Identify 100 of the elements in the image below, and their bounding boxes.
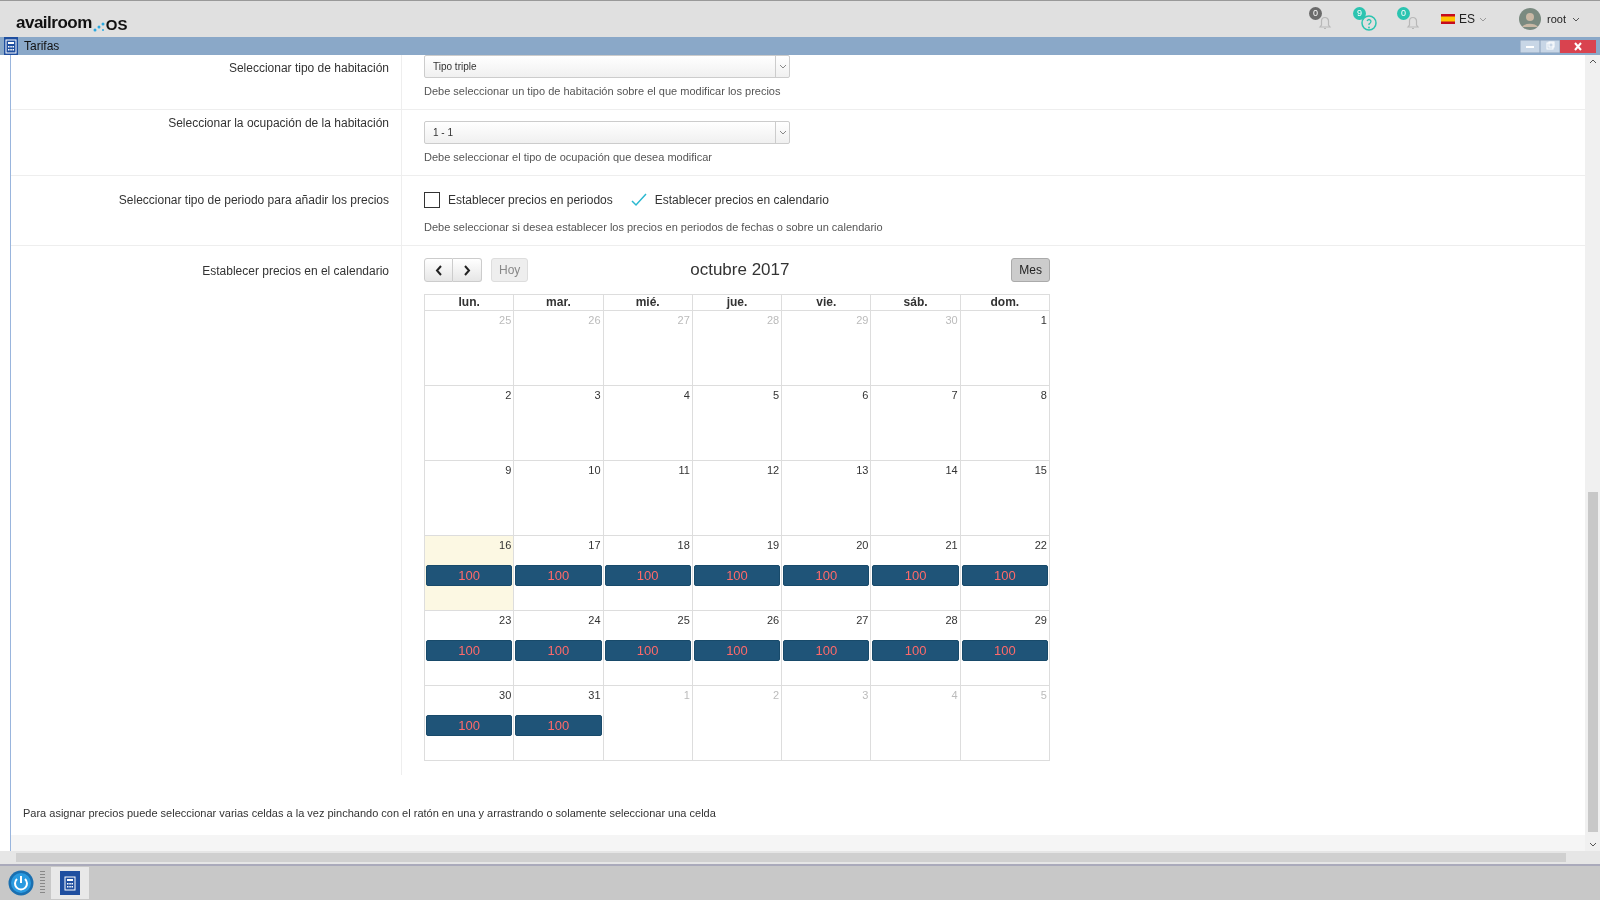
taskbar-app-button[interactable]: [51, 867, 89, 899]
day-cell[interactable]: 4: [603, 386, 693, 461]
day-number: 5: [772, 388, 781, 401]
day-cell[interactable]: 20 100: [782, 536, 872, 611]
day-cell[interactable]: 28 100: [871, 611, 961, 686]
day-cell[interactable]: 16 100: [425, 536, 515, 611]
day-cell[interactable]: 5: [692, 386, 783, 461]
day-number: 21: [944, 538, 959, 551]
dots-icon: [91, 21, 106, 33]
language-code: ES: [1459, 12, 1476, 26]
day-number: 26: [587, 313, 602, 326]
scroll-up-icon[interactable]: [1588, 59, 1597, 64]
day-cell[interactable]: 27 100: [782, 611, 872, 686]
day-cell[interactable]: 10: [514, 461, 604, 536]
field-label: Establecer precios en el calendario: [11, 246, 402, 775]
user-menu[interactable]: root: [1519, 8, 1580, 30]
day-number: 20: [855, 538, 870, 551]
chevron-right-icon: [463, 264, 471, 276]
day-cell[interactable]: 8: [960, 386, 1050, 461]
caret-icon: [1572, 16, 1580, 22]
day-number: 31: [587, 688, 602, 701]
day-cell[interactable]: 3: [514, 386, 604, 461]
logo-text: availroom: [16, 13, 92, 33]
day-number: 28: [765, 313, 781, 326]
option-label[interactable]: Establecer precios en periodos: [448, 193, 613, 207]
day-number: 16: [498, 538, 513, 551]
day-number: 29: [855, 313, 870, 326]
day-number: 7: [950, 388, 959, 401]
day-cell[interactable]: 19 100: [692, 536, 783, 611]
power-button[interactable]: [8, 870, 34, 896]
day-number: 11: [677, 463, 691, 476]
checkmark-icon[interactable]: [630, 193, 647, 207]
day-cell[interactable]: 23 100: [425, 611, 515, 686]
help-text: Debe seleccionar un tipo de habitación sobre el que modificar los precios: [424, 85, 782, 97]
caret-icon: [778, 64, 787, 69]
day-cell[interactable]: 30 100: [425, 686, 515, 761]
dropdown[interactable]: Tipo triple: [424, 55, 790, 78]
day-cell[interactable]: 24 100: [514, 611, 604, 686]
day-cell[interactable]: 15: [960, 461, 1050, 536]
logo-text: OS: [105, 16, 128, 33]
day-cell[interactable]: 17 100: [514, 536, 604, 611]
day-number: 2: [504, 388, 513, 401]
instruction-text: Para asignar precios puede seleccionar varias celdas a la vez pinchando con el ratón en una y arrastrando o solamente seleccionar una celda: [11, 793, 1585, 835]
day-number: 26: [765, 613, 781, 626]
day-cell[interactable]: 21 100: [871, 536, 961, 611]
day-number: 2: [772, 688, 781, 701]
notification-button[interactable]: 0: [1309, 7, 1335, 31]
day-number: 27: [676, 313, 691, 326]
caret-icon: [1479, 16, 1488, 22]
dropdown[interactable]: 1 - 1: [424, 121, 790, 144]
day-cell[interactable]: 22 100: [960, 536, 1050, 611]
day-number: 18: [676, 538, 691, 551]
field-label: Seleccionar tipo de periodo para añadir los precios: [11, 176, 402, 245]
close-button[interactable]: [1560, 39, 1596, 53]
day-cell[interactable]: 1: [960, 311, 1050, 386]
day-number: 14: [944, 463, 959, 476]
day-number: 15: [1033, 463, 1048, 476]
day-number: 13: [855, 463, 870, 476]
day-number: 23: [498, 613, 513, 626]
count-badge: 9: [1353, 7, 1366, 20]
checkbox[interactable]: [424, 192, 440, 208]
calculator-icon: [64, 875, 76, 891]
chevron-left-icon: [434, 264, 443, 276]
day-cell[interactable]: 26 100: [692, 611, 783, 686]
field-label: Seleccionar tipo de habitación: [11, 55, 402, 109]
day-cell[interactable]: 6: [782, 386, 872, 461]
month-view-button[interactable]: Mes: [1011, 258, 1050, 282]
day-cell[interactable]: 9: [425, 461, 515, 536]
caret-icon: [778, 130, 787, 135]
day-number: 10: [587, 463, 602, 476]
day-number: 3: [593, 388, 602, 401]
day-cell[interactable]: 31 100: [514, 686, 604, 761]
next-button[interactable]: [453, 258, 482, 282]
user-name: root: [1547, 13, 1566, 25]
scroll-down-icon[interactable]: [1588, 842, 1597, 847]
day-cell[interactable]: 7: [871, 386, 961, 461]
day-number: 4: [950, 688, 959, 701]
day-cell[interactable]: 14: [871, 461, 961, 536]
day-number: 17: [587, 538, 602, 551]
day-number: 22: [1033, 538, 1048, 551]
day-cell[interactable]: 11: [603, 461, 693, 536]
day-number: 1: [682, 688, 691, 701]
day-number: 4: [682, 388, 691, 401]
count-badge: 0: [1309, 7, 1322, 20]
day-cell[interactable]: 25 100: [603, 611, 693, 686]
option-label[interactable]: Establecer precios en calendario: [654, 193, 829, 207]
day-cell[interactable]: 12: [692, 461, 783, 536]
day-cell[interactable]: 18 100: [603, 536, 693, 611]
day-cell[interactable]: 29 100: [960, 611, 1050, 686]
help-text: Debe seleccionar si desea establecer los precios en periodos de fechas o sobre un calendario: [424, 221, 883, 233]
day-cell[interactable]: 13: [782, 461, 872, 536]
day-cell[interactable]: 2: [425, 386, 515, 461]
day-number: 12: [765, 463, 781, 476]
language-selector[interactable]: ES: [1441, 12, 1488, 26]
day-number: 6: [861, 388, 870, 401]
previous-button[interactable]: [424, 258, 453, 282]
day-number: 1: [1039, 313, 1048, 326]
day-number: 27: [855, 613, 870, 626]
day-number: 30: [498, 688, 513, 701]
day-number: 30: [944, 313, 959, 326]
